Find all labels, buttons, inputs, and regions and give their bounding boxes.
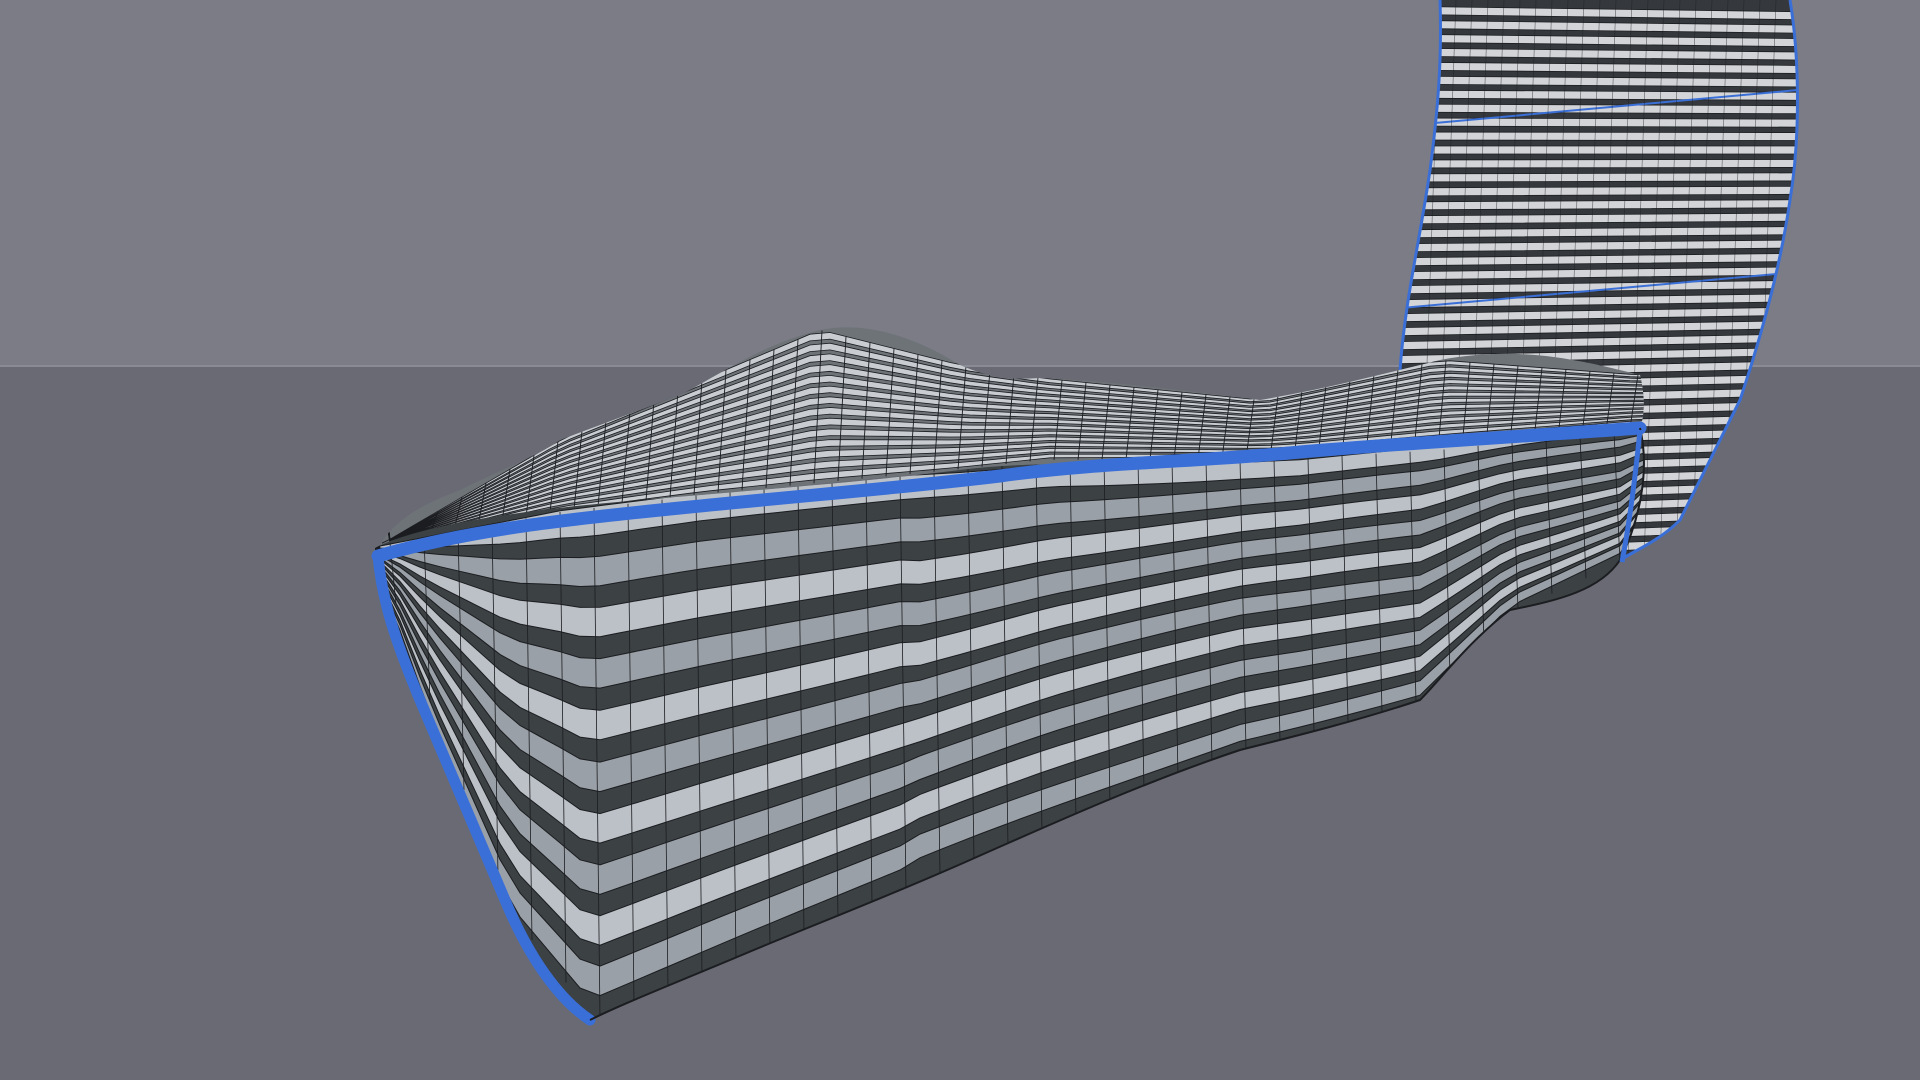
tower-floor-slab [1400, 131, 1798, 142]
3d-viewport[interactable] [0, 0, 1920, 1080]
tower-floor-slab [1400, 145, 1798, 155]
tower-floor-slab [1400, 185, 1798, 197]
scene-canvas[interactable] [0, 0, 1920, 1080]
